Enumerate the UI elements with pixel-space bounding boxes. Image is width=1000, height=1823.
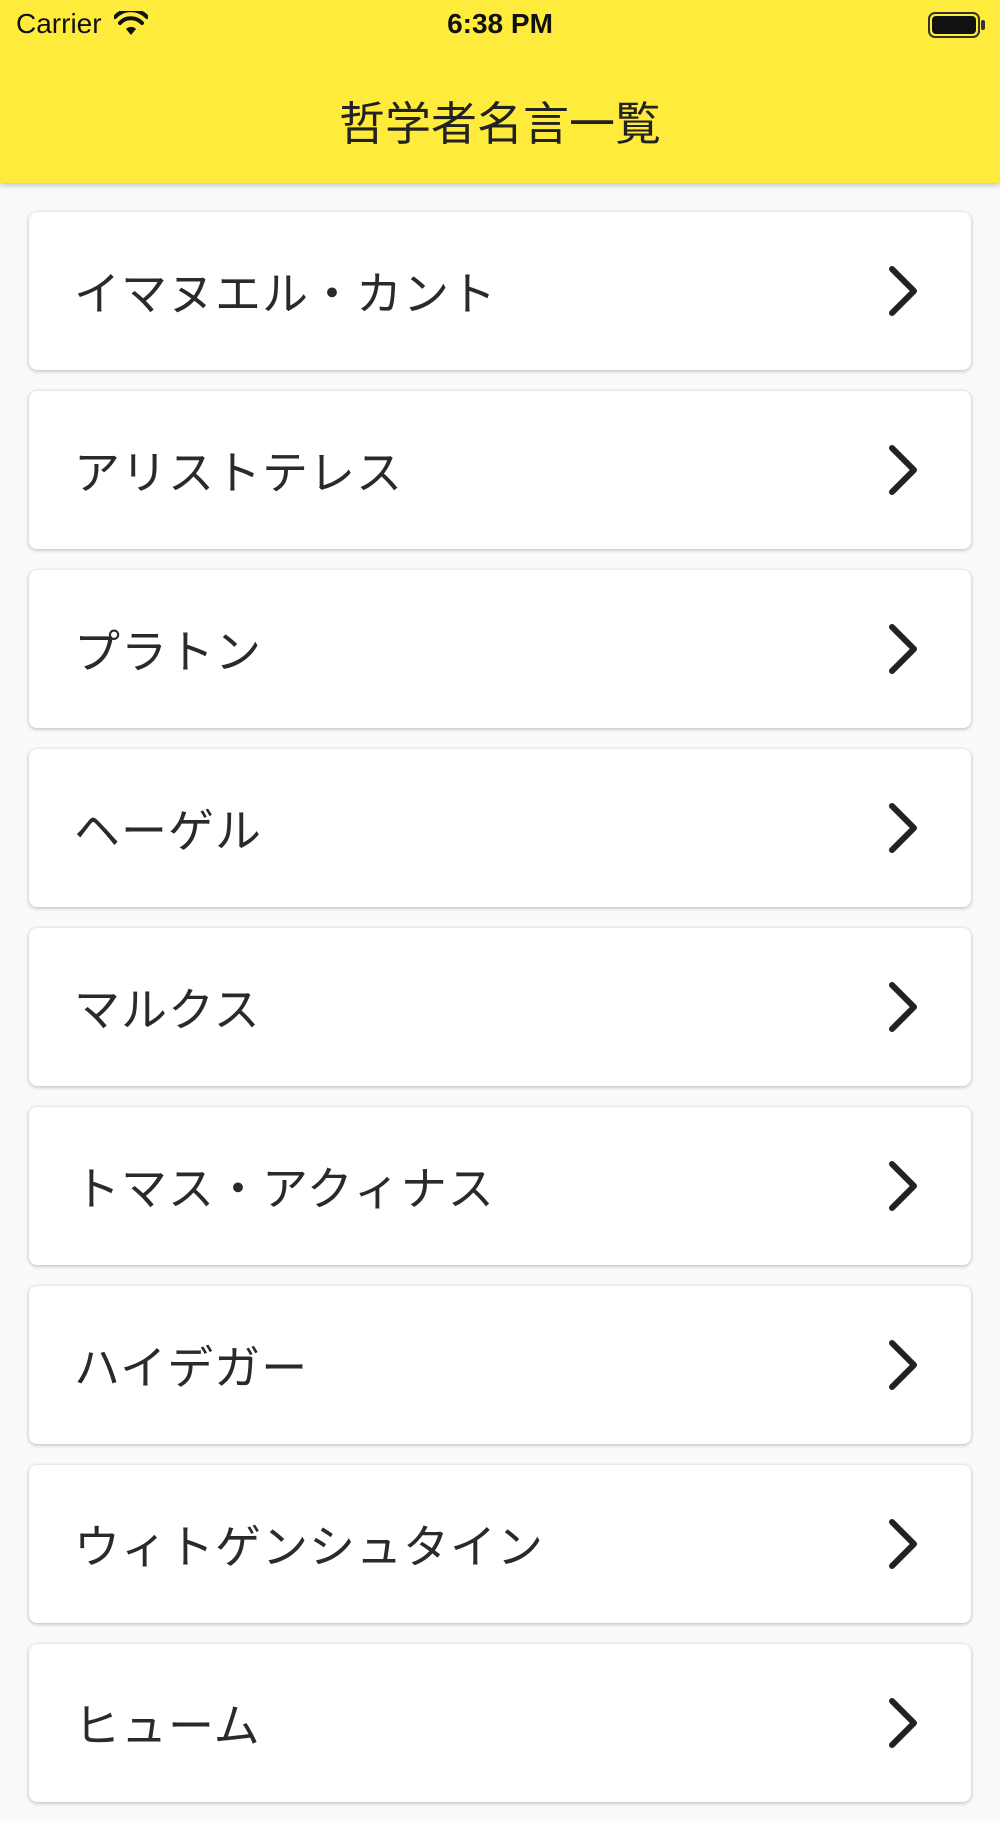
chevron-right-icon: [889, 445, 917, 495]
list-item-label: トマス・アクィナス: [74, 1162, 495, 1216]
status-bar: Carrier 6:38 PM: [0, 0, 1000, 50]
list-item-label: ウィトゲンシュタイン: [74, 1520, 544, 1574]
list-item-label: マルクス: [74, 983, 261, 1037]
list-item-label: アリストテレス: [74, 446, 403, 500]
chevron-right-icon: [889, 1161, 917, 1211]
battery-icon: [928, 12, 985, 38]
list-item-label: ヘーゲル: [74, 804, 262, 858]
list-item-plato[interactable]: プラトン: [29, 570, 971, 728]
chevron-right-icon: [889, 803, 917, 853]
chevron-right-icon: [889, 1519, 917, 1569]
philosopher-list: イマヌエル・カント アリストテレス プラトン ヘーゲル マルクス トマス・アクィ…: [29, 212, 971, 1823]
status-time: 6:38 PM: [447, 8, 553, 39]
list-item-hegel[interactable]: ヘーゲル: [29, 749, 971, 907]
list-item-aquinas[interactable]: トマス・アクィナス: [29, 1107, 971, 1265]
chevron-right-icon: [889, 982, 917, 1032]
list-item-label: ヒューム: [74, 1699, 261, 1753]
list-item-heidegger[interactable]: ハイデガー: [29, 1286, 971, 1444]
chevron-right-icon: [889, 266, 917, 316]
list-item-hume[interactable]: ヒューム: [29, 1644, 971, 1802]
page-title: 哲学者名言一覧: [339, 97, 661, 151]
chevron-right-icon: [889, 1698, 917, 1748]
list-item-marx[interactable]: マルクス: [29, 928, 971, 1086]
chevron-right-icon: [889, 624, 917, 674]
list-item-aristotle[interactable]: アリストテレス: [29, 391, 971, 549]
chevron-right-icon: [889, 1340, 917, 1390]
list-item-label: プラトン: [74, 625, 262, 679]
app-bar: Carrier 6:38 PM 哲学者名言一覧: [0, 0, 1000, 183]
list-item-label: イマヌエル・カント: [74, 267, 497, 321]
list-item-label: ハイデガー: [74, 1341, 309, 1395]
list-item-wittgenstein[interactable]: ウィトゲンシュタイン: [29, 1465, 971, 1623]
list-item-kant[interactable]: イマヌエル・カント: [29, 212, 971, 370]
